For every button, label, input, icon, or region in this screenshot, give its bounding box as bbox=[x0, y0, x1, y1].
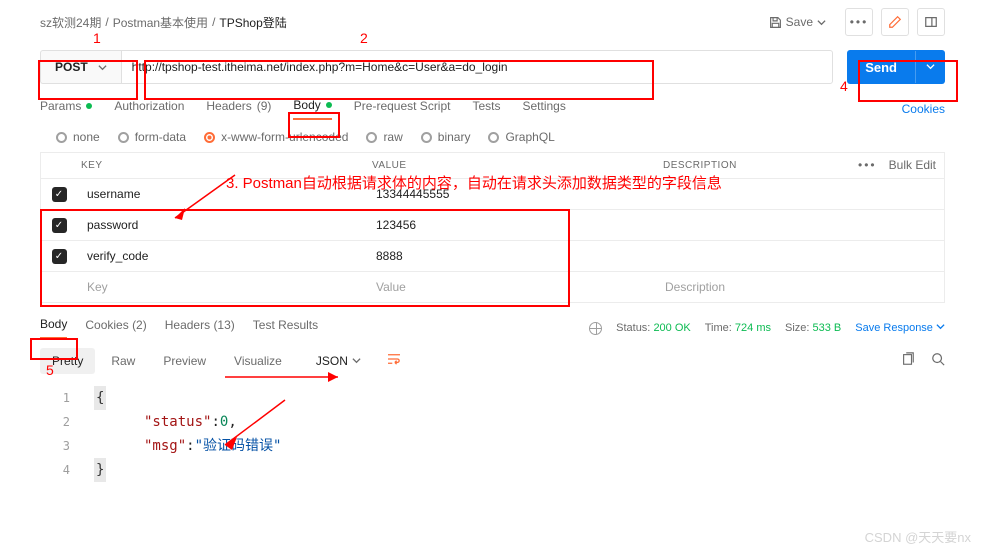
save-response-button[interactable]: Save Response bbox=[855, 322, 945, 334]
view-visualize[interactable]: Visualize bbox=[222, 348, 294, 374]
format-select[interactable]: JSON bbox=[306, 348, 371, 374]
resp-tab-headers[interactable]: Headers (13) bbox=[165, 318, 235, 338]
resp-tab-body[interactable]: Body bbox=[40, 317, 67, 339]
send-options[interactable] bbox=[915, 51, 945, 83]
table-row[interactable]: ✓ password 123456 bbox=[41, 210, 944, 241]
breadcrumb-item[interactable]: Postman基本使用 bbox=[113, 14, 208, 31]
desc-cell[interactable] bbox=[655, 186, 944, 202]
resp-tab-tests[interactable]: Test Results bbox=[253, 318, 318, 338]
status-label: Status: 200 OK bbox=[616, 322, 691, 334]
chevron-down-icon bbox=[352, 356, 361, 365]
key-cell[interactable]: username bbox=[77, 179, 366, 209]
value-placeholder[interactable]: Value bbox=[366, 272, 655, 302]
pencil-icon bbox=[888, 15, 902, 29]
radio-icon bbox=[118, 132, 129, 143]
radio-icon bbox=[204, 132, 215, 143]
tab-settings[interactable]: Settings bbox=[523, 99, 566, 119]
col-key: KEY bbox=[41, 153, 362, 178]
value-cell[interactable]: 123456 bbox=[366, 210, 655, 240]
response-body[interactable]: 1{ 2"status": 0, 3"msg": "验证码错误" 4} bbox=[0, 382, 985, 486]
copy-icon bbox=[901, 352, 915, 366]
checkbox[interactable]: ✓ bbox=[52, 187, 67, 202]
radio-icon bbox=[421, 132, 432, 143]
wrap-icon bbox=[387, 353, 401, 365]
col-value: VALUE bbox=[362, 153, 653, 178]
save-label: Save bbox=[786, 15, 813, 29]
body-type-graphql[interactable]: GraphQL bbox=[488, 130, 554, 144]
copy-button[interactable] bbox=[901, 352, 915, 369]
indicator-dot bbox=[326, 102, 332, 108]
radio-icon bbox=[366, 132, 377, 143]
send-button[interactable]: Send bbox=[847, 50, 945, 84]
bulk-edit-link[interactable]: Bulk Edit bbox=[889, 158, 936, 172]
table-row[interactable]: ✓ username 13344445555 bbox=[41, 179, 944, 210]
checkbox[interactable]: ✓ bbox=[52, 218, 67, 233]
url-input[interactable] bbox=[121, 50, 834, 84]
value-cell[interactable]: 8888 bbox=[366, 241, 655, 271]
watermark: CSDN @天天要nx bbox=[865, 527, 971, 546]
view-pretty[interactable]: Pretty bbox=[40, 348, 95, 374]
desc-placeholder[interactable]: Description bbox=[655, 272, 944, 302]
body-type-binary[interactable]: binary bbox=[421, 130, 471, 144]
body-type-raw[interactable]: raw bbox=[366, 130, 402, 144]
key-cell[interactable]: verify_code bbox=[77, 241, 366, 271]
resp-tab-cookies[interactable]: Cookies (2) bbox=[85, 318, 146, 338]
body-type-xwww[interactable]: x-www-form-urlencoded bbox=[204, 130, 348, 144]
search-icon bbox=[931, 352, 945, 366]
table-row[interactable]: ✓ verify_code 8888 bbox=[41, 241, 944, 272]
tab-tests[interactable]: Tests bbox=[472, 99, 500, 119]
tab-headers[interactable]: Headers (9) bbox=[206, 99, 271, 119]
body-type-formdata[interactable]: form-data bbox=[118, 130, 186, 144]
desc-cell[interactable] bbox=[655, 248, 944, 264]
view-raw[interactable]: Raw bbox=[99, 348, 147, 374]
save-button[interactable]: Save bbox=[758, 9, 837, 35]
sidebar-toggle-button[interactable] bbox=[917, 8, 945, 36]
breadcrumb-sep: / bbox=[105, 15, 108, 29]
table-row-new[interactable]: Key Value Description bbox=[41, 272, 944, 302]
globe-icon[interactable] bbox=[589, 322, 602, 335]
tab-params[interactable]: Params bbox=[40, 99, 92, 119]
chevron-down-icon bbox=[926, 62, 935, 71]
key-cell[interactable]: password bbox=[77, 210, 366, 240]
dots-icon: ••• bbox=[850, 15, 869, 29]
tab-body[interactable]: Body bbox=[293, 98, 331, 120]
view-preview[interactable]: Preview bbox=[151, 348, 218, 374]
method-select[interactable]: POST bbox=[40, 50, 121, 84]
wrap-lines-button[interactable] bbox=[375, 347, 413, 374]
radio-icon bbox=[488, 132, 499, 143]
breadcrumb: sz软测24期 / Postman基本使用 / TPShop登陆 bbox=[40, 14, 287, 31]
size-label: Size: 533 B bbox=[785, 322, 841, 334]
key-placeholder[interactable]: Key bbox=[77, 272, 366, 302]
cookies-link[interactable]: Cookies bbox=[902, 102, 945, 116]
desc-cell[interactable] bbox=[655, 217, 944, 233]
indicator-dot bbox=[86, 103, 92, 109]
edit-button[interactable] bbox=[881, 8, 909, 36]
breadcrumb-item[interactable]: sz软测24期 bbox=[40, 14, 101, 31]
chevron-down-icon bbox=[936, 322, 945, 331]
send-label: Send bbox=[847, 51, 915, 84]
radio-icon bbox=[56, 132, 67, 143]
chevron-down-icon bbox=[817, 18, 826, 27]
table-options[interactable]: ••• bbox=[858, 158, 877, 172]
checkbox[interactable]: ✓ bbox=[52, 249, 67, 264]
panel-icon bbox=[924, 15, 938, 29]
value-cell[interactable]: 13344445555 bbox=[366, 179, 655, 209]
tab-prerequest[interactable]: Pre-request Script bbox=[354, 99, 451, 119]
breadcrumb-current: TPShop登陆 bbox=[219, 14, 286, 31]
search-button[interactable] bbox=[931, 352, 945, 369]
breadcrumb-sep: / bbox=[212, 15, 215, 29]
body-type-none[interactable]: none bbox=[56, 130, 100, 144]
chevron-down-icon bbox=[98, 63, 107, 72]
method-value: POST bbox=[55, 60, 88, 74]
time-label: Time: 724 ms bbox=[705, 322, 771, 334]
save-icon bbox=[769, 16, 782, 29]
tab-authorization[interactable]: Authorization bbox=[114, 99, 184, 119]
more-options-button[interactable]: ••• bbox=[845, 8, 873, 36]
form-data-table: KEY VALUE DESCRIPTION ••• Bulk Edit ✓ us… bbox=[40, 152, 945, 303]
